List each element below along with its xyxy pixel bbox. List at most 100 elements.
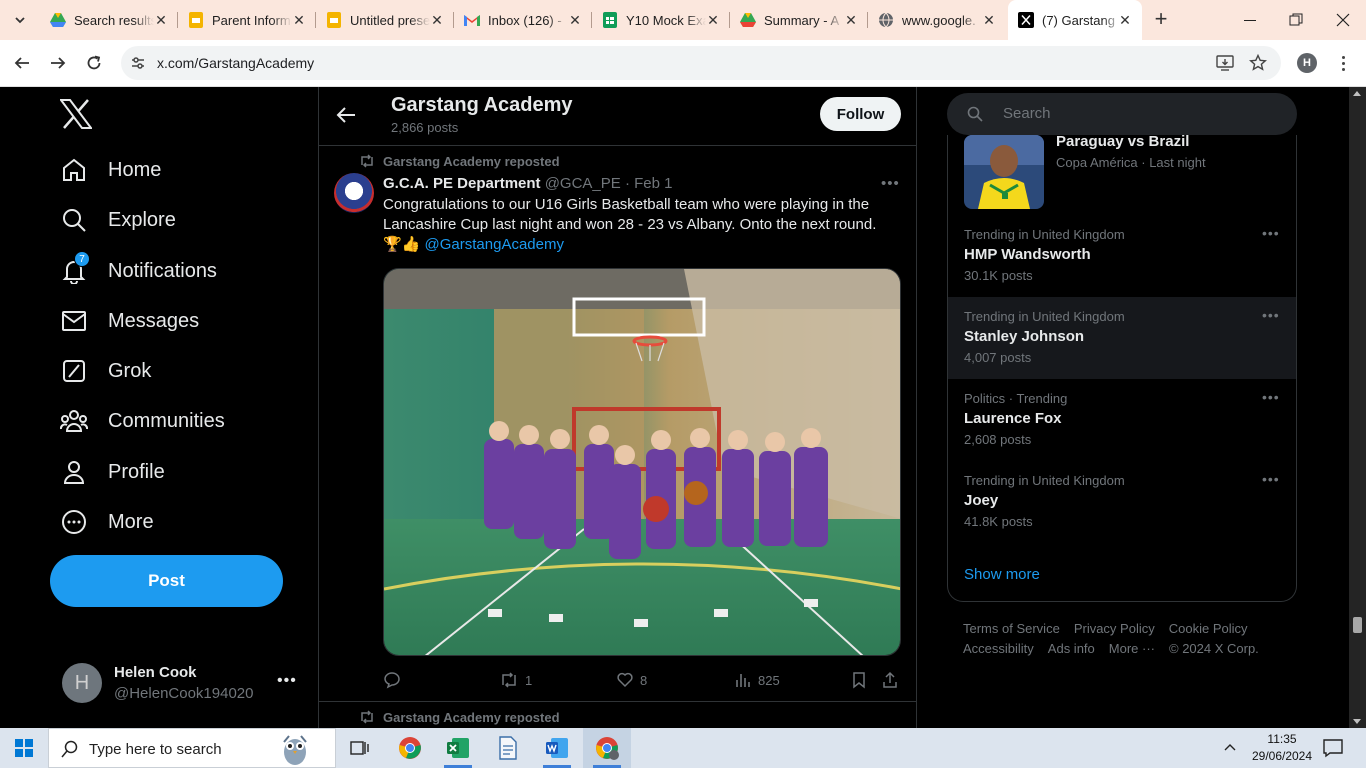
start-button[interactable] xyxy=(0,728,48,768)
more-horizontal-icon[interactable]: ••• xyxy=(881,175,900,192)
footer-link[interactable]: More ··· xyxy=(1109,639,1155,659)
scroll-up-arrow-icon[interactable] xyxy=(1353,91,1361,96)
chrome-profile-taskbar-button[interactable] xyxy=(583,728,631,768)
nav-label: Explore xyxy=(108,208,176,231)
close-icon[interactable]: ✕ xyxy=(292,13,306,27)
browser-tab[interactable]: www.google. ✕ xyxy=(868,0,1006,40)
footer-link[interactable]: Ads info xyxy=(1048,639,1095,659)
address-bar[interactable]: x.com/GarstangAcademy xyxy=(121,46,1281,80)
back-arrow-icon[interactable] xyxy=(335,104,357,126)
trend-context: Trending in United Kingdom xyxy=(964,473,1125,488)
follow-button[interactable]: Follow xyxy=(820,97,901,131)
nav-home[interactable]: Home xyxy=(60,150,161,190)
trend-item[interactable]: Trending in United Kingdom Stanley Johns… xyxy=(948,297,1296,379)
browser-tab[interactable]: Summary - A ✕ xyxy=(730,0,868,40)
close-icon[interactable]: ✕ xyxy=(430,13,444,27)
close-icon[interactable]: ✕ xyxy=(844,13,858,27)
account-switcher[interactable]: H Helen Cook @HelenCook194020 ••• xyxy=(62,663,302,703)
browser-tab[interactable]: Inbox (126) - ✕ xyxy=(454,0,592,40)
repost-indicator[interactable]: Garstang Academy reposted xyxy=(359,152,560,170)
system-clock[interactable]: 11:35 29/06/2024 xyxy=(1250,731,1314,765)
forward-button[interactable] xyxy=(47,52,69,74)
bookmark-star-icon[interactable] xyxy=(1249,54,1267,72)
more-horizontal-icon[interactable]: ••• xyxy=(1262,389,1280,405)
repost-button[interactable]: 1 xyxy=(499,670,532,690)
site-settings-icon[interactable] xyxy=(130,55,146,71)
nav-profile[interactable]: Profile xyxy=(60,452,165,492)
more-horizontal-icon[interactable]: ••• xyxy=(1262,307,1280,323)
more-circle-icon xyxy=(60,508,88,536)
restore-button[interactable] xyxy=(1286,10,1306,30)
minimize-button[interactable] xyxy=(1240,10,1260,30)
right-sidebar: Paraguay vs Brazil Copa América · Last n… xyxy=(917,87,1349,728)
back-button[interactable] xyxy=(11,52,33,74)
x-page: Home Explore 7 Notifications Messages Gr… xyxy=(0,87,1366,728)
excel-taskbar-button[interactable] xyxy=(434,728,482,768)
repost-count: 1 xyxy=(525,672,533,688)
new-tab-button[interactable]: + xyxy=(1150,8,1172,31)
mention-link[interactable]: @GarstangAcademy xyxy=(425,236,564,253)
more-horizontal-icon[interactable]: ••• xyxy=(1262,471,1280,487)
repost-indicator[interactable]: Garstang Academy reposted xyxy=(359,708,560,726)
nav-label: Notifications xyxy=(108,259,217,282)
post-button[interactable]: Post xyxy=(50,555,283,607)
author-handle[interactable]: @GCA_PE xyxy=(545,175,621,192)
more-horizontal-icon[interactable]: ••• xyxy=(277,672,297,690)
close-icon[interactable]: ✕ xyxy=(982,13,996,27)
task-view-button[interactable] xyxy=(336,728,384,768)
trend-item[interactable]: Politics · Trending Laurence Fox 2,608 p… xyxy=(948,379,1296,461)
search-input[interactable]: Search xyxy=(947,93,1297,135)
word-taskbar-button[interactable] xyxy=(533,728,581,768)
nav-more[interactable]: More xyxy=(60,502,154,542)
author-avatar[interactable] xyxy=(334,173,374,213)
notification-center-icon[interactable] xyxy=(1322,738,1344,758)
nav-messages[interactable]: Messages xyxy=(60,301,199,341)
share-button[interactable] xyxy=(881,670,905,690)
page-scrollbar[interactable] xyxy=(1349,87,1366,728)
chrome-profile-avatar[interactable]: H xyxy=(1297,53,1317,73)
nav-explore[interactable]: Explore xyxy=(60,200,176,240)
tweet-date[interactable]: Feb 1 xyxy=(634,175,672,192)
chrome-taskbar-button[interactable] xyxy=(386,728,434,768)
tweet-body: Congratulations to our U16 Girls Basketb… xyxy=(383,196,877,233)
nav-notifications[interactable]: 7 Notifications xyxy=(60,251,217,291)
trend-item[interactable]: Trending in United Kingdom HMP Wandswort… xyxy=(948,215,1296,297)
scrollbar-thumb[interactable] xyxy=(1353,617,1362,633)
chrome-menu-icon[interactable] xyxy=(1333,52,1353,74)
like-button[interactable]: 8 xyxy=(616,670,647,690)
tab-search-button[interactable] xyxy=(8,8,32,32)
close-window-button[interactable] xyxy=(1333,10,1353,30)
trend-item[interactable]: Trending in United Kingdom Joey 41.8K po… xyxy=(948,461,1296,543)
trend-event-card[interactable]: Paraguay vs Brazil Copa América · Last n… xyxy=(948,135,1296,215)
nav-grok[interactable]: Grok xyxy=(60,351,151,391)
footer-link[interactable]: Privacy Policy xyxy=(1074,619,1155,639)
tweet-photo[interactable] xyxy=(383,268,901,656)
browser-tab[interactable]: Parent Information ✕ xyxy=(178,0,316,40)
bookmark-button[interactable] xyxy=(851,670,873,690)
close-icon[interactable]: ✕ xyxy=(1118,13,1132,27)
close-icon[interactable]: ✕ xyxy=(154,13,168,27)
footer-link[interactable]: Accessibility xyxy=(963,639,1034,659)
close-icon[interactable]: ✕ xyxy=(568,13,582,27)
browser-tab[interactable]: Untitled presentation ✕ xyxy=(316,0,454,40)
views-button[interactable]: 825 xyxy=(734,670,780,690)
more-horizontal-icon[interactable]: ••• xyxy=(1262,225,1280,241)
close-icon[interactable]: ✕ xyxy=(706,13,720,27)
nav-communities[interactable]: Communities xyxy=(60,401,225,441)
footer-link[interactable]: Cookie Policy xyxy=(1169,619,1248,639)
notepad-taskbar-button[interactable] xyxy=(484,728,532,768)
browser-tab[interactable]: Y10 Mock Exams ✕ xyxy=(592,0,730,40)
url-text[interactable]: x.com/GarstangAcademy xyxy=(157,55,314,71)
footer-link[interactable]: Terms of Service xyxy=(963,619,1060,639)
reload-button[interactable] xyxy=(83,52,105,74)
browser-tab-active[interactable]: (7) Garstang ✕ xyxy=(1008,0,1142,40)
author-name[interactable]: G.C.A. PE Department xyxy=(383,175,541,192)
browser-tab[interactable]: Search results ✕ xyxy=(40,0,178,40)
chevron-up-icon[interactable] xyxy=(1222,740,1238,756)
taskbar-search-input[interactable]: Type here to search xyxy=(48,728,336,768)
show-more-link[interactable]: Show more xyxy=(964,566,1040,583)
x-logo-icon[interactable] xyxy=(60,99,92,129)
reply-button[interactable] xyxy=(383,670,407,690)
scroll-down-arrow-icon[interactable] xyxy=(1353,719,1361,724)
install-app-icon[interactable] xyxy=(1216,54,1234,72)
